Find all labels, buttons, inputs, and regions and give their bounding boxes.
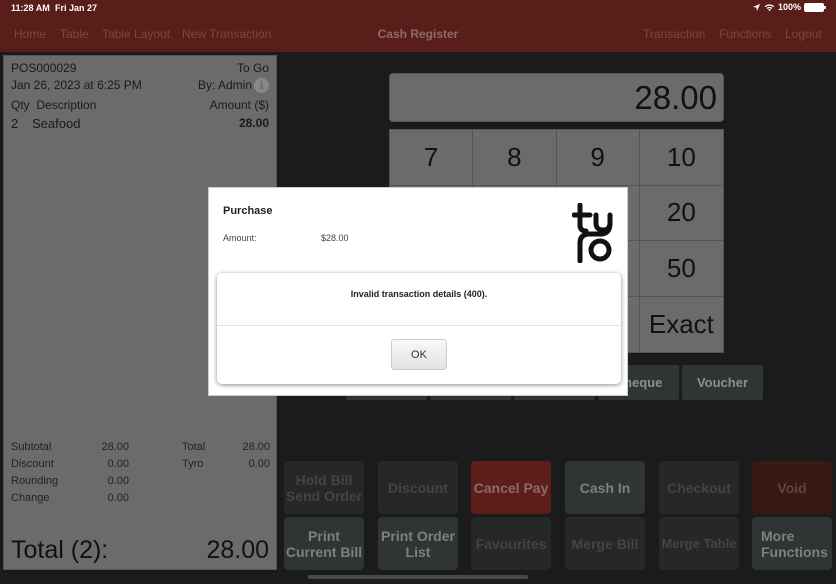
home-indicator[interactable] <box>308 575 528 579</box>
key-exact[interactable]: Exact <box>640 297 723 353</box>
summary-value: 28.00 <box>242 441 270 453</box>
summary-discount: Discount 0.00 <box>11 458 129 475</box>
summary-change: Change 0.00 <box>11 492 129 509</box>
print-order-list-button[interactable]: Print Order List <box>378 517 458 570</box>
summary-left: Subtotal 28.00 Discount 0.00 Rounding 0.00 … <box>11 441 129 509</box>
nav-new-transaction[interactable]: New Transaction <box>182 27 271 41</box>
wifi-icon <box>764 3 775 11</box>
item-amount: 28.00 <box>238 116 269 130</box>
key-20[interactable]: 20 <box>639 186 723 241</box>
summary-label: Total <box>182 441 206 453</box>
summary-rounding: Rounding 0.00 <box>11 475 129 492</box>
staff-label: By: Admin <box>197 78 252 92</box>
discount-button[interactable]: Discount <box>378 461 458 514</box>
summary-label: Subtotal <box>11 441 52 453</box>
dialog-title: Purchase <box>223 205 273 217</box>
error-alert: Invalid transaction details (400). OK <box>217 273 621 384</box>
summary-value: 0.00 <box>248 458 270 470</box>
key-8[interactable]: 8 <box>473 130 557 186</box>
amount-display: 28.00 <box>389 73 724 122</box>
receipt-column-headers: Qty Description Amount ($) <box>11 98 269 112</box>
void-button[interactable]: Void <box>752 461 832 514</box>
summary-label: Rounding <box>11 475 59 487</box>
summary-subtotal: Subtotal 28.00 <box>11 441 129 458</box>
voucher-button[interactable]: Voucher <box>682 365 763 400</box>
summary-tyro: Tyro 0.00 <box>182 458 270 475</box>
nav-table-layout[interactable]: Table Layout <box>102 27 170 41</box>
key-9[interactable]: 9 <box>556 130 640 186</box>
qty-desc-header: Qty Description <box>11 98 96 112</box>
tyro-payment-dialog: Purchase Amount: $28.00 Invalid transact… <box>208 187 628 396</box>
item-qty: 2 <box>11 116 19 131</box>
summary-value: 0.00 <box>107 458 129 470</box>
summary-right: Total 28.00 Tyro 0.00 <box>182 441 270 475</box>
status-date: Fri Jan 27 <box>55 3 98 13</box>
receipt-header-row-1: POS000029 To Go <box>11 61 269 75</box>
alert-message: Invalid transaction details (400). <box>350 289 488 299</box>
top-nav-bar: Home Table Table Layout New Transaction … <box>0 17 836 52</box>
favourites-button[interactable]: Favourites <box>471 517 551 570</box>
order-datetime: Jan 26, 2023 at 6:25 PM <box>11 78 142 92</box>
status-indicators: 100% <box>752 2 826 12</box>
print-current-bill-button[interactable]: Print Current Bill <box>284 517 364 570</box>
summary-label: Discount <box>11 458 54 470</box>
order-type[interactable]: To Go <box>237 61 269 75</box>
order-id: POS000029 <box>11 61 77 75</box>
amount-header: Amount ($) <box>209 98 269 112</box>
info-icon[interactable]: i <box>254 78 269 94</box>
summary-value: 28.00 <box>101 441 129 453</box>
nav-transaction[interactable]: Transaction <box>643 27 705 41</box>
cash-in-button[interactable]: Cash In <box>565 461 645 514</box>
nav-home[interactable]: Home <box>14 27 46 41</box>
battery-icon <box>804 2 826 12</box>
hold-bill-send-order-button[interactable]: Hold Bill Send Order <box>284 461 364 514</box>
checkout-button[interactable]: Checkout <box>659 461 739 514</box>
receipt-item-row[interactable]: 2 Seafood 28.00 <box>11 116 269 131</box>
summary-total: Total 28.00 <box>182 441 270 458</box>
cash-register-screen: 11:28 AM Fri Jan 27 100% Home Table Tabl… <box>0 0 836 584</box>
receipt-header-row-2: Jan 26, 2023 at 6:25 PM By: Admin i <box>11 78 269 94</box>
ios-status-bar: 11:28 AM Fri Jan 27 100% <box>0 0 836 17</box>
summary-value: 0.00 <box>107 492 129 504</box>
merge-table-button[interactable]: Merge Table <box>659 517 739 570</box>
status-time: 11:28 AM <box>11 3 50 13</box>
dialog-amount-value: $28.00 <box>321 233 349 243</box>
qty-header: Qty <box>11 98 30 112</box>
grand-total-value: 28.00 <box>206 536 269 564</box>
description-header: Description <box>36 98 97 112</box>
item-description: Seafood <box>32 116 81 131</box>
grand-total: Total (2): 28.00 <box>11 536 269 565</box>
alert-divider <box>217 325 621 326</box>
nav-logout[interactable]: Logout <box>785 27 822 41</box>
location-arrow-icon <box>752 3 761 11</box>
summary-label: Tyro <box>182 458 204 470</box>
page-title: Cash Register <box>377 27 459 41</box>
more-functions-button[interactable]: More Functions <box>752 517 832 570</box>
merge-bill-button[interactable]: Merge Bill <box>565 517 645 570</box>
key-50[interactable]: 50 <box>639 241 723 297</box>
summary-label: Change <box>11 492 50 504</box>
dialog-amount-label: Amount: <box>223 233 257 243</box>
key-7[interactable]: 7 <box>390 130 474 186</box>
summary-value: 0.00 <box>107 475 129 487</box>
ok-button[interactable]: OK <box>391 339 447 370</box>
nav-functions[interactable]: Functions <box>719 27 771 41</box>
battery-percent: 100% <box>777 2 801 12</box>
order-staff: By: Admin i <box>197 78 269 94</box>
cancel-pay-button[interactable]: Cancel Pay <box>471 461 551 514</box>
grand-total-label: Total (2): <box>11 536 109 564</box>
nav-table[interactable]: Table <box>60 27 89 41</box>
key-10[interactable]: 10 <box>639 130 723 186</box>
tyro-logo-icon <box>572 203 613 263</box>
